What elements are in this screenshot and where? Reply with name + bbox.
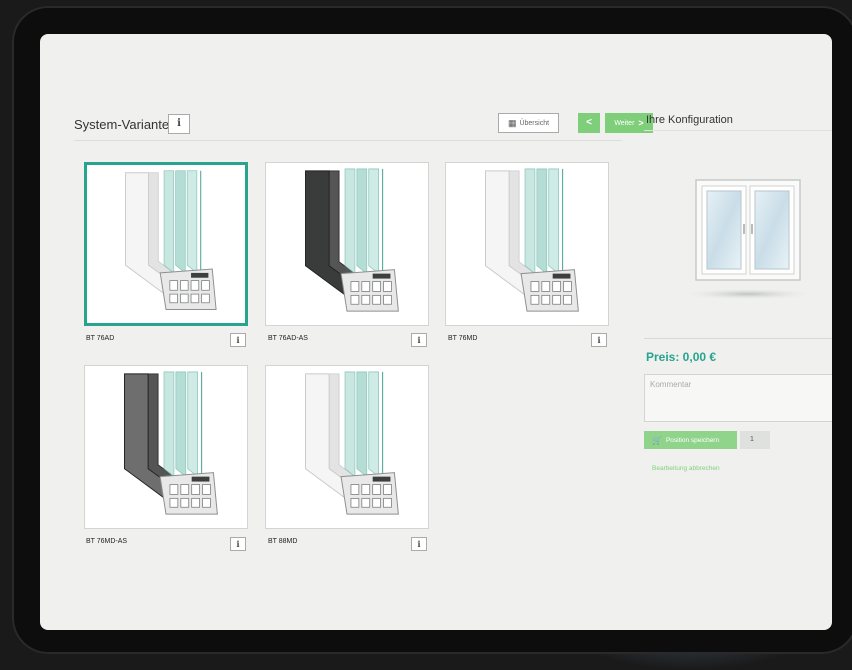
variant-label: BT 76MD (448, 335, 478, 342)
variant-card-bt76md-as[interactable] (84, 365, 248, 529)
variant-info-button[interactable]: i (411, 333, 427, 347)
cancel-edit-link[interactable]: Bearbeitung abbrechen (652, 465, 720, 472)
config-title: Ihre Konfiguration (646, 114, 733, 126)
prev-button[interactable]: < (578, 113, 600, 133)
variant-label: BT 76MD-AS (86, 538, 128, 545)
next-button-label: Weiter (614, 119, 635, 127)
variant-card-bt76ad[interactable] (84, 162, 248, 326)
save-position-label: Position speichern (665, 436, 720, 444)
variant-info-button[interactable]: i (230, 333, 246, 347)
variant-label: BT 76AD-AS (268, 335, 308, 342)
window-profile-image (485, 168, 579, 312)
comment-field[interactable]: Kommentar (644, 374, 832, 422)
overview-button[interactable]: ▦ Übersicht (498, 113, 559, 133)
variant-card-bt76md[interactable] (445, 162, 609, 326)
config-divider (644, 130, 832, 131)
save-position-button[interactable]: 🛒 Position speichern (644, 431, 737, 449)
variant-info-button[interactable]: i (230, 537, 246, 551)
variant-card-bt76ad-as[interactable] (265, 162, 429, 326)
window-preview-image (678, 179, 818, 300)
window-profile-image (124, 371, 218, 515)
variant-card-bt88md[interactable] (265, 365, 429, 529)
price-display: Preis: 0,00 € (646, 350, 717, 364)
cart-icon: 🛒 (652, 435, 662, 445)
config-preview (644, 132, 832, 339)
grid-icon: ▦ (507, 117, 517, 128)
variant-label: BT 76AD (86, 335, 115, 342)
chevron-right-icon: > (638, 118, 644, 128)
title-info-button[interactable]: i (168, 114, 190, 134)
variant-label: BT 88MD (268, 538, 298, 545)
window-profile-image (305, 371, 399, 515)
variant-info-button[interactable]: i (591, 333, 607, 347)
variant-info-button[interactable]: i (411, 537, 427, 551)
page-title: System-Variante (74, 117, 170, 132)
app-screen: System-Variante i ▦ Übersicht < Weiter >… (40, 34, 832, 630)
quantity-field[interactable]: 1 (740, 431, 770, 449)
window-profile-image (125, 170, 217, 310)
overview-button-label: Übersicht (519, 119, 550, 127)
variant-header: System-Variante i ▦ Übersicht < Weiter > (74, 112, 653, 141)
window-profile-image (305, 168, 399, 312)
